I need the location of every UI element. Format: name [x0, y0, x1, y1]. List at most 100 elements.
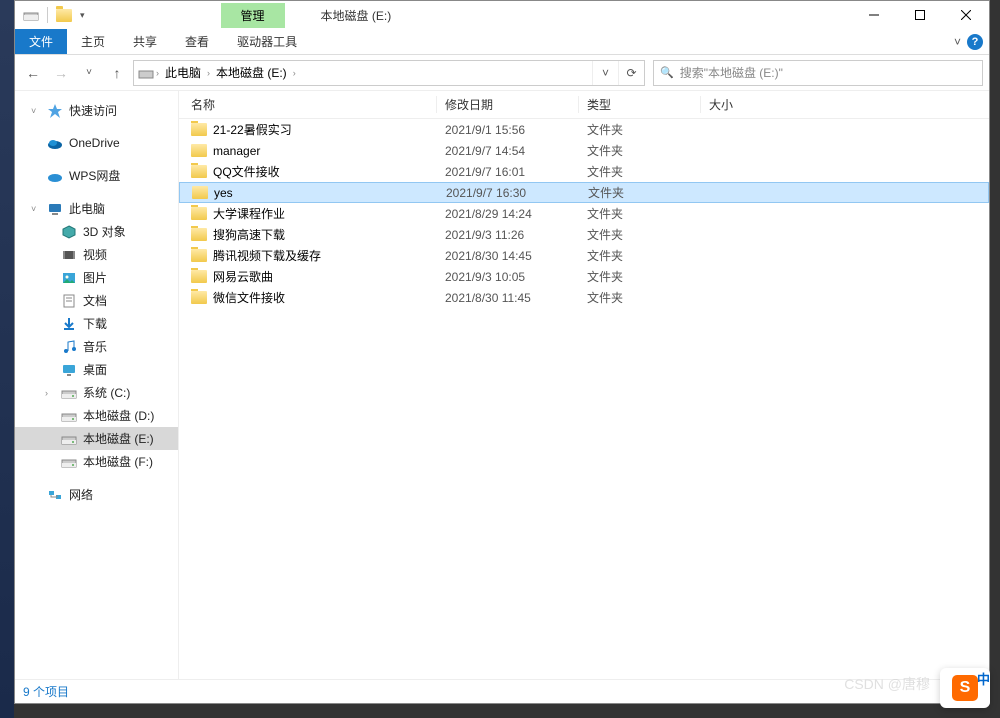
- tree-label: 桌面: [83, 361, 107, 378]
- tree-item[interactable]: 下载: [15, 312, 178, 335]
- close-button[interactable]: [943, 1, 989, 29]
- col-date[interactable]: 修改日期: [437, 96, 579, 113]
- tree-item[interactable]: ˅ 此电脑: [15, 197, 178, 220]
- file-row[interactable]: 21-22暑假实习2021/9/1 15:56文件夹: [179, 119, 989, 140]
- crumb-this-pc[interactable]: 此电脑: [161, 62, 205, 83]
- help-icon[interactable]: ?: [967, 34, 983, 50]
- file-row[interactable]: yes2021/9/7 16:30文件夹: [179, 182, 989, 203]
- file-type: 文件夹: [580, 184, 702, 201]
- tree-label: 系统 (C:): [83, 384, 130, 401]
- drive-icon: [61, 454, 77, 470]
- file-name: 21-22暑假实习: [213, 121, 292, 138]
- tree-item[interactable]: WPS网盘: [15, 164, 178, 187]
- file-row[interactable]: 大学课程作业2021/8/29 14:24文件夹: [179, 203, 989, 224]
- expand-icon[interactable]: ˅: [31, 106, 41, 116]
- file-row[interactable]: manager2021/9/7 14:54文件夹: [179, 140, 989, 161]
- up-button[interactable]: ↑: [105, 61, 129, 85]
- address-bar[interactable]: › 此电脑 › 本地磁盘 (E:) › ˅ ⟳: [133, 60, 645, 86]
- tree-item[interactable]: 音乐: [15, 335, 178, 358]
- tree-item[interactable]: 网络: [15, 483, 178, 506]
- chevron-right-icon[interactable]: ›: [293, 68, 296, 78]
- file-name: 腾讯视频下载及缓存: [213, 247, 321, 264]
- search-placeholder: 搜索"本地磁盘 (E:)": [680, 64, 783, 81]
- tree-item[interactable]: 本地磁盘 (D:): [15, 404, 178, 427]
- watermark: CSDN @唐穆: [844, 674, 930, 694]
- expand-icon[interactable]: ›: [45, 388, 55, 398]
- tab-home[interactable]: 主页: [67, 29, 119, 54]
- recent-locations[interactable]: ˅: [77, 61, 101, 85]
- pic-icon: [61, 270, 77, 286]
- tree-item[interactable]: 图片: [15, 266, 178, 289]
- tab-drive-tools[interactable]: 驱动器工具: [223, 29, 311, 54]
- music-icon: [61, 339, 77, 355]
- back-button[interactable]: ←: [21, 61, 45, 85]
- ribbon-expand[interactable]: ˅: [954, 35, 961, 49]
- qat-dropdown[interactable]: ▾: [80, 10, 85, 21]
- status-bar: 9 个项目: [15, 679, 989, 703]
- file-date: 2021/9/7 16:30: [438, 186, 580, 200]
- content-pane: 名称 修改日期 类型 大小 21-22暑假实习2021/9/1 15:56文件夹…: [179, 91, 989, 679]
- file-type: 文件夹: [579, 121, 701, 138]
- tree-item[interactable]: ˅快速访问: [15, 99, 178, 122]
- col-size[interactable]: 大小: [701, 96, 801, 113]
- window-controls: [851, 1, 989, 29]
- tree-label: 网络: [69, 486, 93, 503]
- file-row[interactable]: 网易云歌曲2021/9/3 10:05文件夹: [179, 266, 989, 287]
- file-row[interactable]: 微信文件接收 2021/8/30 11:45文件夹: [179, 287, 989, 308]
- titlebar: ▾ 管理 本地磁盘 (E:): [15, 1, 989, 29]
- file-type: 文件夹: [579, 142, 701, 159]
- chevron-right-icon[interactable]: ›: [207, 68, 210, 78]
- file-type: 文件夹: [579, 289, 701, 306]
- file-row[interactable]: 搜狗高速下载2021/9/3 11:26文件夹: [179, 224, 989, 245]
- 3d-icon: [61, 224, 77, 240]
- tree-item[interactable]: OneDrive: [15, 132, 178, 154]
- file-row[interactable]: QQ文件接收2021/9/7 16:01文件夹: [179, 161, 989, 182]
- maximize-button[interactable]: [897, 1, 943, 29]
- file-row[interactable]: 腾讯视频下载及缓存2021/8/30 14:45文件夹: [179, 245, 989, 266]
- col-name[interactable]: 名称: [179, 96, 437, 113]
- file-name: 微信文件接收: [213, 289, 285, 306]
- refresh-button[interactable]: ⟳: [618, 61, 644, 85]
- quick-access-toolbar: ▾: [15, 7, 93, 23]
- minimize-button[interactable]: [851, 1, 897, 29]
- navigation-pane[interactable]: ˅快速访问 OneDrive WPS网盘 ˅ 此电脑 3D 对象视频图片文档下载音乐桌面 ›…: [15, 91, 179, 679]
- tab-file[interactable]: 文件: [15, 29, 67, 54]
- drive-icon: [61, 431, 77, 447]
- chevron-right-icon[interactable]: ›: [156, 68, 159, 78]
- tree-item[interactable]: 视频: [15, 243, 178, 266]
- search-icon: 🔍: [660, 66, 674, 79]
- tree-item[interactable]: 本地磁盘 (F:): [15, 450, 178, 473]
- folder-icon: [191, 291, 207, 304]
- tree-label: 此电脑: [69, 200, 105, 217]
- search-input[interactable]: 🔍 搜索"本地磁盘 (E:)": [653, 60, 983, 86]
- crumb-drive-e[interactable]: 本地磁盘 (E:): [212, 62, 291, 83]
- pc-icon: [47, 201, 63, 217]
- tree-item[interactable]: › 系统 (C:): [15, 381, 178, 404]
- file-date: 2021/8/29 14:24: [437, 207, 579, 221]
- tab-view[interactable]: 查看: [171, 29, 223, 54]
- doc-icon: [61, 293, 77, 309]
- tree-item[interactable]: 本地磁盘 (E:): [15, 427, 178, 450]
- address-dropdown[interactable]: ˅: [592, 61, 618, 85]
- tab-share[interactable]: 共享: [119, 29, 171, 54]
- expand-icon[interactable]: ˅: [31, 204, 41, 214]
- tree-item[interactable]: 文档: [15, 289, 178, 312]
- folder-icon: [192, 186, 208, 199]
- folder-icon[interactable]: [56, 7, 72, 23]
- file-name: 搜狗高速下载: [213, 226, 285, 243]
- tree-label: 图片: [83, 269, 107, 286]
- file-name: 网易云歌曲: [213, 268, 273, 285]
- col-type[interactable]: 类型: [579, 96, 701, 113]
- desktop-background: [0, 0, 14, 718]
- file-list[interactable]: 21-22暑假实习2021/9/1 15:56文件夹manager2021/9/…: [179, 119, 989, 679]
- file-type: 文件夹: [579, 163, 701, 180]
- tree-item[interactable]: 桌面: [15, 358, 178, 381]
- forward-button[interactable]: →: [49, 61, 73, 85]
- file-type: 文件夹: [579, 226, 701, 243]
- file-date: 2021/8/30 11:45: [437, 291, 579, 305]
- folder-icon: [191, 144, 207, 157]
- ime-lang: 中: [977, 669, 990, 688]
- contextual-tab-manage[interactable]: 管理: [221, 3, 285, 28]
- tree-item[interactable]: 3D 对象: [15, 220, 178, 243]
- ime-badge[interactable]: S 中: [940, 668, 990, 708]
